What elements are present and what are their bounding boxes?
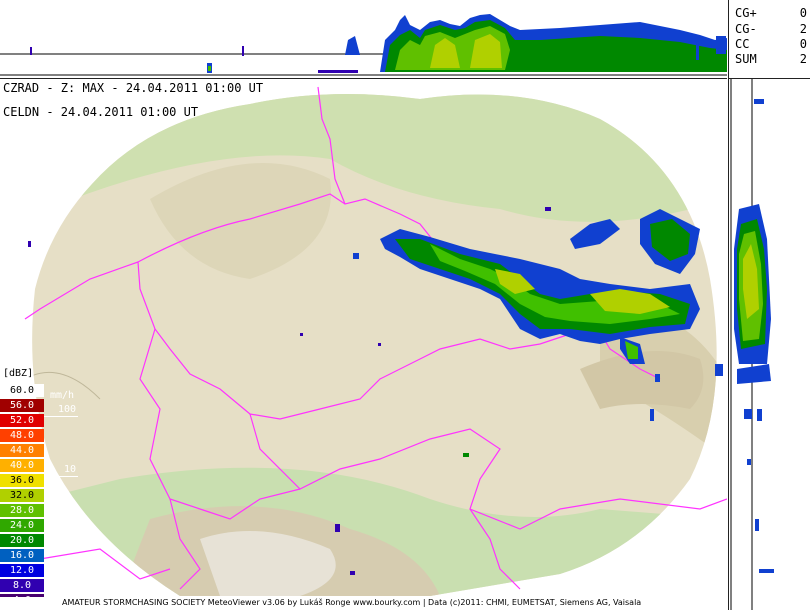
mmh-0-1: 0.1 — [58, 586, 77, 597]
top-profile-chart — [0, 14, 727, 76]
legend-level: 60.0 — [0, 384, 44, 397]
stat-cc: CC 0 — [735, 37, 807, 51]
legend-level: 12.0 — [0, 564, 44, 577]
legend-level: 48.0 — [0, 429, 44, 442]
radar-map-canvas[interactable] — [0, 79, 727, 596]
legend-level: 44.0 — [0, 444, 44, 457]
legend-level: 20.0 — [0, 534, 44, 547]
legend-level: 8.0 — [0, 579, 44, 592]
mmh-1: 1 — [70, 525, 77, 536]
legend-level: 16.0 — [0, 549, 44, 562]
footer-credits: AMATEUR STORMCHASING SOCIETY MeteoViewer… — [0, 597, 727, 610]
legend-level: 32.0 — [0, 489, 44, 502]
legend-mmh-unit: mm/h — [50, 390, 75, 401]
dbz-legend: [dBZ] 60.0 56.0 52.0 48.0 44.0 40.0 36.0 32.0 28… — [0, 368, 82, 610]
legend-level: 40.0 — [0, 459, 44, 472]
radar-map[interactable]: CZRAD - Z: MAX - 24.04.2011 01:00 UT CEL… — [0, 79, 727, 596]
legend-level: 24.0 — [0, 519, 44, 532]
side-profile-panel — [728, 79, 810, 610]
stat-cg-minus: CG- 2 — [735, 22, 807, 36]
side-profile-chart — [730, 79, 774, 610]
lightning-stats-panel: CG+ 0 CG- 2 CC 0 SUM 2 — [728, 0, 810, 79]
stat-cg-plus: CG+ 0 — [735, 6, 807, 20]
radar-product-title: CZRAD - Z: MAX - 24.04.2011 01:00 UT — [3, 81, 264, 95]
lightning-product-title: CELDN - 24.04.2011 01:00 UT — [3, 105, 199, 119]
legend-level: 56.0 — [0, 399, 44, 412]
legend-level: 52.0 — [0, 414, 44, 427]
legend-unit: [dBZ] — [3, 368, 34, 379]
mmh-100: 100 — [58, 404, 77, 415]
mmh-10: 10 — [64, 464, 77, 475]
legend-level: 28.0 — [0, 504, 44, 517]
top-profile-panel — [0, 0, 727, 79]
legend-level: 36.0 — [0, 474, 44, 487]
stat-sum: SUM 2 — [735, 52, 807, 66]
